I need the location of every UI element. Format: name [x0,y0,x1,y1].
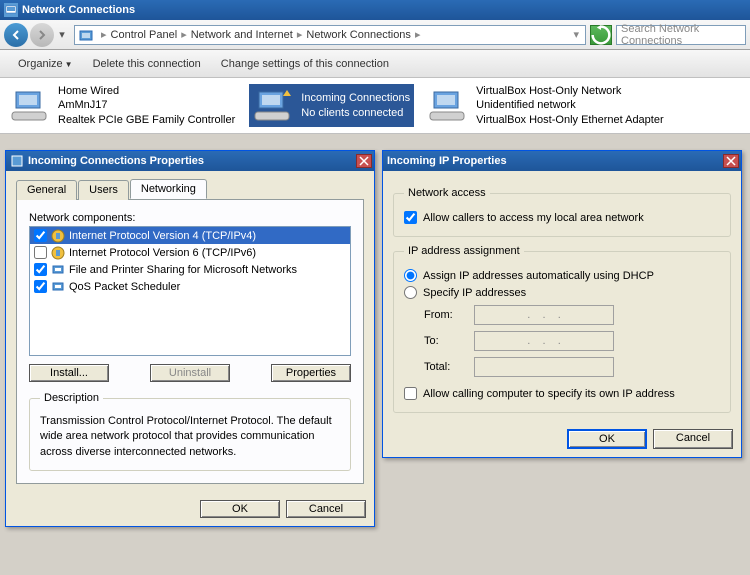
tab-networking[interactable]: Networking [130,179,207,199]
dialog-title: Incoming IP Properties [387,155,507,167]
allow-calling-specify-checkbox[interactable] [404,387,417,400]
to-label: To: [424,335,474,347]
cancel-button[interactable]: Cancel [653,429,733,449]
component-checkbox[interactable] [34,263,47,276]
component-label: QoS Packet Scheduler [69,281,180,293]
breadcrumb-mid[interactable]: Network and Internet [189,29,295,41]
component-checkbox[interactable] [34,229,47,242]
service-icon [51,263,65,277]
ok-button[interactable]: OK [200,500,280,518]
components-label: Network components: [29,212,351,224]
assign-dhcp-radio[interactable] [404,269,417,282]
connection-item-incoming[interactable]: Incoming Connections No clients connecte… [249,84,414,127]
connection-device: Realtek PCIe GBE Family Controller [58,113,235,127]
total-label: Total: [424,361,474,373]
organize-menu[interactable]: Organize▼ [10,58,81,70]
dialog-titlebar[interactable]: Incoming Connections Properties [6,151,374,171]
connection-status: AmMnJ17 [58,98,235,112]
close-button[interactable] [723,154,739,168]
component-file-printer-sharing[interactable]: File and Printer Sharing for Microsoft N… [30,261,350,278]
install-button[interactable]: Install... [29,364,109,382]
breadcrumb-root[interactable]: Control Panel [109,29,180,41]
component-tcpipv4[interactable]: Internet Protocol Version 4 (TCP/IPv4) [30,227,350,244]
network-access-groupbox: Network access Allow callers to access m… [393,187,731,237]
groupbox-label: IP address assignment [404,245,524,257]
dialog-title: Incoming Connections Properties [28,155,204,167]
history-dropdown-icon[interactable]: ▾ [56,28,68,41]
nav-toolbar: ▾ ▸ Control Panel ▸ Network and Internet… [0,20,750,50]
component-label: Internet Protocol Version 6 (TCP/IPv6) [69,247,256,259]
description-label: Description [40,392,103,404]
incoming-ip-properties-dialog: Incoming IP Properties Network access Al… [382,150,742,458]
protocol-icon [51,229,65,243]
network-folder-icon [79,28,95,42]
component-label: File and Printer Sharing for Microsoft N… [69,264,297,276]
tab-users[interactable]: Users [78,180,129,200]
change-settings-button[interactable]: Change settings of this connection [213,58,397,70]
allow-callers-label: Allow callers to access my local area ne… [423,212,644,224]
connection-name: Incoming Connections [301,91,410,105]
connection-device: VirtualBox Host-Only Ethernet Adapter [476,113,664,127]
component-checkbox[interactable] [34,280,47,293]
command-toolbar: Organize▼ Delete this connection Change … [0,50,750,78]
incoming-connections-properties-dialog: Incoming Connections Properties General … [5,150,375,527]
forward-button[interactable] [30,23,54,47]
connection-name: Home Wired [58,84,235,98]
tab-general[interactable]: General [16,180,77,200]
total-input [474,357,614,377]
description-text: Transmission Control Protocol/Internet P… [40,414,340,460]
chevron-right-icon[interactable]: ▸ [295,28,305,41]
specify-ip-label: Specify IP addresses [423,287,526,299]
properties-button[interactable]: Properties [271,364,351,382]
network-icon [4,3,18,17]
ethernet-icon [10,88,50,124]
assign-dhcp-label: Assign IP addresses automatically using … [423,270,654,282]
refresh-button[interactable] [590,25,612,45]
component-tcpipv6[interactable]: Internet Protocol Version 6 (TCP/IPv6) [30,244,350,261]
breadcrumb[interactable]: ▸ Control Panel ▸ Network and Internet ▸… [74,25,586,45]
allow-callers-checkbox[interactable] [404,211,417,224]
component-checkbox[interactable] [34,246,47,259]
uninstall-button: Uninstall [150,364,230,382]
incoming-connection-icon [253,88,293,124]
allow-calling-specify-label: Allow calling computer to specify its ow… [423,388,675,400]
groupbox-label: Network access [404,187,490,199]
dialog-titlebar[interactable]: Incoming IP Properties [383,151,741,171]
ok-button[interactable]: OK [567,429,647,449]
breadcrumb-leaf[interactable]: Network Connections [304,29,413,41]
delete-connection-button[interactable]: Delete this connection [85,58,209,70]
chevron-right-icon[interactable]: ▸ [99,28,109,41]
specify-ip-radio[interactable] [404,286,417,299]
from-ip-input: . . . [474,305,614,325]
connection-name: VirtualBox Host-Only Network [476,84,664,98]
from-label: From: [424,309,474,321]
main-window-titlebar: Network Connections [0,0,750,20]
protocol-icon [51,246,65,260]
connection-item-home-wired[interactable]: Home Wired AmMnJ17 Realtek PCIe GBE Fami… [6,84,239,127]
to-ip-input: . . . [474,331,614,351]
connections-list: Home Wired AmMnJ17 Realtek PCIe GBE Fami… [0,78,750,134]
component-qos[interactable]: QoS Packet Scheduler [30,278,350,295]
back-button[interactable] [4,23,28,47]
window-title: Network Connections [22,4,135,16]
ip-assignment-groupbox: IP address assignment Assign IP addresse… [393,245,731,413]
chevron-down-icon[interactable]: ▾ [571,28,581,41]
chevron-right-icon[interactable]: ▸ [413,28,423,41]
close-button[interactable] [356,154,372,168]
connection-status: No clients connected [301,106,410,120]
cancel-button[interactable]: Cancel [286,500,366,518]
network-components-list[interactable]: Internet Protocol Version 4 (TCP/IPv4) I… [29,226,351,356]
ethernet-icon [428,88,468,124]
connection-status: Unidentified network [476,98,664,112]
properties-icon [10,154,24,168]
description-groupbox: Description Transmission Control Protoco… [29,392,351,471]
chevron-down-icon: ▼ [65,60,73,69]
search-placeholder: Search Network Connections [621,23,741,47]
service-icon [51,280,65,294]
search-input[interactable]: Search Network Connections [616,25,746,45]
connection-item-virtualbox[interactable]: VirtualBox Host-Only Network Unidentifie… [424,84,668,127]
component-label: Internet Protocol Version 4 (TCP/IPv4) [69,230,256,242]
chevron-right-icon[interactable]: ▸ [179,28,189,41]
tabs: General Users Networking [16,179,364,200]
